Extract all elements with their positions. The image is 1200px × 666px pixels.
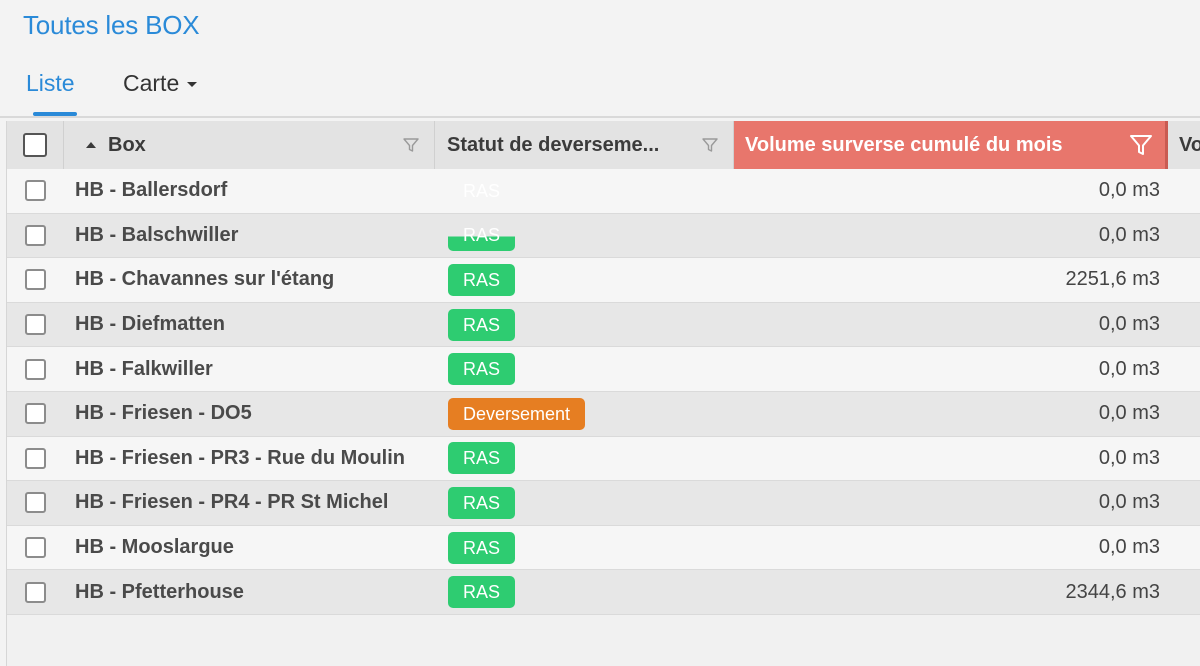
row-checkbox[interactable] [25,447,46,469]
row-select-cell [7,481,64,525]
volume-cell: 0,0 m3 [1098,536,1160,559]
status-badge: RAS [448,486,516,519]
status-cell: RAS [435,347,734,391]
box-name[interactable]: HB - Diefmatten [64,303,435,347]
status-cell: Deversement [435,392,734,436]
tab-carte[interactable]: Carte [123,70,198,97]
table-row[interactable]: HB - Friesen - PR4 - PR St Michel RAS 0,0 … [7,481,1200,526]
box-name[interactable]: HB - Friesen - PR3 - Rue du Moulin [64,437,435,481]
box-name[interactable]: HB - Falkwiller [64,347,435,391]
box-grid: Box Statut de deverseme... Volume surver… [6,121,1200,666]
grid-rows: HB - Ballersdorf RAS 0,0 m3 HB - Balschwill… [7,169,1200,615]
view-tabs: Liste Carte [0,62,1200,118]
status-cell: RAS [435,303,734,347]
active-tab-indicator [33,112,77,116]
table-row[interactable]: HB - Falkwiller RAS 0,0 m3 [7,347,1200,392]
status-badge: RAS [463,180,501,201]
column-header-statut[interactable]: Statut de deverseme... [435,121,734,169]
column-header-box[interactable]: Box [64,121,435,169]
table-row[interactable]: HB - Friesen - PR3 - Rue du Moulin RAS 0,0… [7,436,1200,482]
tab-carte-label: Carte [123,70,180,96]
column-header-statut-label: Statut de deverseme... [447,133,660,156]
status-badge: RAS [448,442,516,475]
row-checkbox[interactable] [25,358,46,380]
volume-cell: 0,0 m3 [1098,313,1160,336]
row-checkbox[interactable] [25,269,46,291]
sort-ascending-icon [86,142,96,148]
volume-cell: 2344,6 m3 [1065,580,1160,603]
header-select-all-cell [7,121,64,169]
status-cell: RAS [435,570,734,614]
row-select-cell [7,570,64,614]
status-badge: RAS [448,263,516,296]
table-row[interactable]: HB - Pfetterhouse RAS 2344,6 m3 [7,570,1200,615]
row-checkbox[interactable] [25,314,46,336]
status-badge: RAS [448,353,516,386]
box-name[interactable]: HB - Chavannes sur l'étang [64,258,435,302]
table-row[interactable]: HB - Chavannes sur l'étang RAS 2251,6 m3 [7,258,1200,303]
page-title: Toutes les BOX [23,10,200,40]
table-row[interactable]: HB - Ballersdorf RAS 0,0 m3 [7,169,1200,214]
row-checkbox[interactable] [25,581,46,603]
row-checkbox[interactable] [25,403,46,425]
volume-cell: 0,0 m3 [1098,491,1160,514]
table-row[interactable]: HB - Balschwiller RAS 0,0 m3 [7,213,1200,259]
box-name[interactable]: HB - Pfetterhouse [64,570,435,614]
status-badge: RAS [448,219,516,252]
status-badge: RAS [448,308,516,341]
box-name[interactable]: HB - Friesen - DO5 [64,392,435,436]
table-row[interactable]: HB - Diefmatten RAS 0,0 m3 [7,302,1200,348]
box-name[interactable]: HB - Mooslargue [64,526,435,570]
row-select-cell [7,437,64,481]
caret-down-icon [187,82,198,87]
row-select-cell [7,214,64,258]
status-badge: Deversement [448,397,586,430]
status-cell: RAS [435,437,734,481]
row-select-cell [7,392,64,436]
status-cell: RAS [435,169,734,213]
filter-icon[interactable] [402,136,420,154]
row-checkbox[interactable] [25,492,46,514]
volume-cell: 0,0 m3 [1098,223,1160,246]
row-select-cell [7,347,64,391]
select-all-checkbox[interactable] [23,133,47,157]
box-name[interactable]: HB - Balschwiller [64,214,435,258]
volume-cell: 0,0 m3 [1098,357,1160,380]
column-header-volume[interactable]: Volume surverse cumulé du mois [734,121,1168,169]
volume-cell: 0,0 m3 [1098,446,1160,469]
status-badge: RAS [448,531,516,564]
table-row[interactable]: HB - Friesen - DO5 Deversement 0,0 m3 [7,391,1200,437]
row-checkbox[interactable] [25,180,46,202]
column-header-volume-label: Volume surverse cumulé du mois [745,133,1063,156]
row-select-cell [7,303,64,347]
status-badge: RAS [448,576,516,609]
volume-cell: 0,0 m3 [1098,179,1160,202]
grid-header: Box Statut de deverseme... Volume surver… [7,121,1200,170]
filter-icon-active[interactable] [1129,133,1153,157]
tab-liste[interactable]: Liste [26,70,75,97]
column-header-next[interactable]: Vo [1171,121,1200,169]
volume-cell: 2251,6 m3 [1065,268,1160,291]
box-name[interactable]: HB - Friesen - PR4 - PR St Michel [64,481,435,525]
row-select-cell [7,169,64,213]
status-cell: RAS [435,526,734,570]
row-select-cell [7,526,64,570]
status-cell: RAS [435,214,734,258]
status-cell: RAS [435,258,734,302]
row-select-cell [7,258,64,302]
filter-icon[interactable] [701,136,719,154]
table-row[interactable]: HB - Mooslargue RAS 0,0 m3 [7,525,1200,571]
row-checkbox[interactable] [25,224,46,246]
box-name[interactable]: HB - Ballersdorf [64,169,435,213]
column-header-box-label: Box [108,133,146,156]
volume-cell: 0,0 m3 [1098,402,1160,425]
status-cell: RAS [435,481,734,525]
row-checkbox[interactable] [25,537,46,559]
